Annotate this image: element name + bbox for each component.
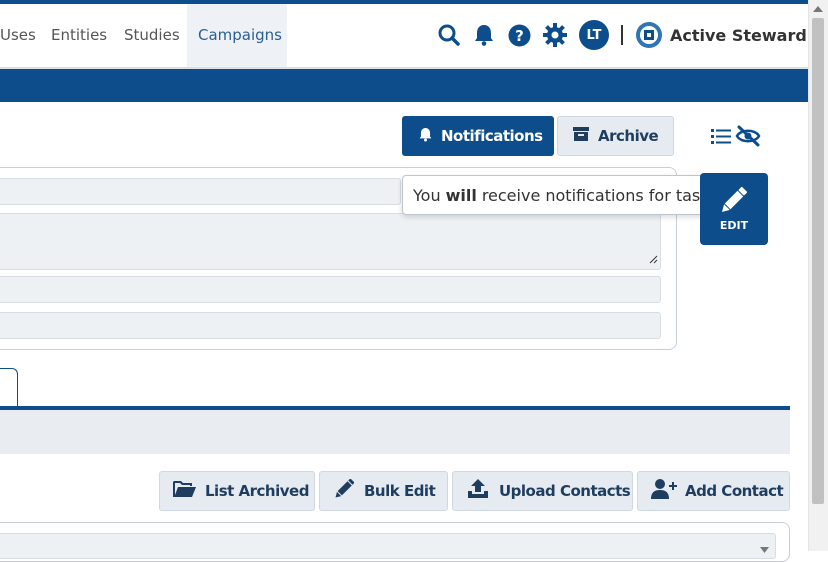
tab-active[interactable] [0, 368, 18, 408]
search-icon[interactable] [437, 23, 461, 47]
bell-icon [419, 127, 432, 146]
contacts-table-panel [0, 522, 790, 562]
page-header-bar [0, 69, 808, 102]
table-filter-select[interactable] [0, 533, 776, 559]
add-contact-button[interactable]: Add Contact [637, 471, 790, 511]
notifications-tooltip: You will receive notifications for tasks [402, 175, 718, 215]
svg-text:?: ? [515, 27, 524, 45]
campaign-field-3[interactable] [0, 276, 661, 303]
gear-icon[interactable] [542, 22, 567, 47]
notifications-label: Notifications [441, 127, 543, 145]
help-icon[interactable]: ? [507, 23, 531, 47]
archive-box-icon [573, 127, 589, 145]
edit-button[interactable]: EDIT [700, 173, 768, 245]
brand-name: Active Steward [670, 26, 807, 45]
scrollbar-thumb[interactable] [812, 18, 824, 504]
edit-label: EDIT [719, 219, 749, 232]
bulk-edit-label: Bulk Edit [364, 482, 436, 500]
folder-open-icon [173, 480, 197, 502]
pencil-icon [334, 478, 355, 503]
nav-item-campaigns[interactable]: Campaigns [187, 4, 287, 67]
upload-contacts-label: Upload Contacts [499, 482, 631, 500]
bulk-edit-button[interactable]: Bulk Edit [319, 471, 448, 511]
tooltip-prefix: You [413, 185, 441, 205]
archive-label: Archive [598, 127, 659, 145]
nav-item-entities[interactable]: Entities [51, 4, 107, 67]
top-navigation: Uses Entities Studies Campaigns ? LT Act… [0, 4, 808, 69]
resize-handle-icon[interactable] [648, 251, 658, 269]
pencil-icon [721, 186, 748, 217]
eye-slash-icon[interactable] [735, 124, 761, 148]
list-archived-button[interactable]: List Archived [159, 471, 315, 511]
notifications-button[interactable]: Notifications [402, 116, 554, 156]
upload-icon [467, 479, 489, 503]
avatar[interactable]: LT [579, 20, 609, 50]
add-contact-label: Add Contact [685, 482, 784, 500]
nav-divider [621, 25, 623, 45]
brand-logo-icon [635, 21, 663, 49]
campaign-field-4[interactable] [0, 312, 661, 339]
upload-contacts-button[interactable]: Upload Contacts [452, 471, 633, 511]
list-icon[interactable] [710, 126, 732, 146]
campaign-description-textarea[interactable] [0, 213, 661, 270]
scroll-up-arrow-icon[interactable] [812, 5, 824, 15]
tooltip-emphasis: will [445, 185, 477, 205]
list-archived-label: List Archived [205, 482, 309, 500]
nav-item-studies[interactable]: Studies [124, 4, 180, 67]
tooltip-suffix: receive notifications for tasks [481, 185, 718, 205]
tab-content-header [0, 410, 790, 454]
user-plus-icon [651, 479, 677, 503]
nav-item-uses[interactable]: Uses [0, 4, 36, 67]
bell-icon[interactable] [472, 23, 496, 47]
archive-button[interactable]: Archive [557, 116, 674, 156]
chevron-down-icon [760, 540, 769, 558]
campaign-name-field[interactable] [0, 178, 401, 205]
